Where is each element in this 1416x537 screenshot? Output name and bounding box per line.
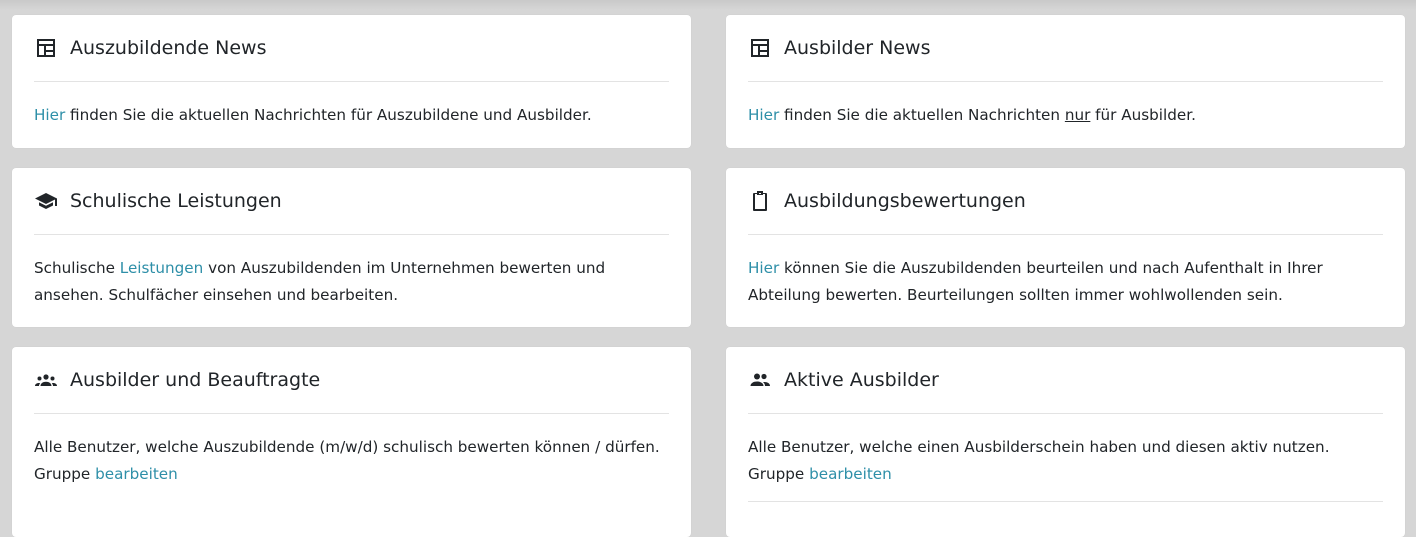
leistungen-link[interactable]: Leistungen [120, 259, 204, 277]
card-body: Hier finden Sie die aktuellen Nachrichte… [34, 82, 669, 129]
card-title: Ausbildungsbewertungen [784, 190, 1026, 212]
card-body: Hier finden Sie die aktuellen Nachrichte… [748, 82, 1383, 129]
group-label: Gruppe [34, 465, 96, 483]
card-text: finden Sie die aktuellen Nachrichten für… [65, 106, 592, 124]
card-body: Hier können Sie die Auszubildenden beurt… [748, 235, 1383, 309]
card-title: Schulische Leistungen [70, 190, 282, 212]
hier-link[interactable]: Hier [748, 106, 779, 124]
card-ausbilder-news: Ausbilder News Hier finden Sie die aktue… [726, 15, 1405, 148]
card-text: Schulische [34, 259, 120, 277]
card-ausbilder-und-beauftragte: Ausbilder und Beauftragte Alle Benutzer,… [12, 347, 691, 537]
card-title: Aktive Ausbilder [784, 369, 939, 391]
clipboard-icon [748, 189, 772, 213]
card-header: Aktive Ausbilder [748, 347, 1383, 414]
card-title: Ausbilder News [784, 37, 931, 59]
hier-link[interactable]: Hier [34, 106, 65, 124]
bearbeiten-link[interactable]: bearbeiten [95, 465, 178, 483]
card-ausbildungsbewertungen: Ausbildungsbewertungen Hier können Sie d… [726, 168, 1405, 327]
newspaper-icon [34, 36, 58, 60]
card-schulische-leistungen: Schulische Leistungen Schulische Leistun… [12, 168, 691, 327]
card-body: Schulische Leistungen von Auszubildenden… [34, 235, 669, 309]
bearbeiten-link[interactable]: bearbeiten [809, 465, 892, 483]
card-body: Alle Benutzer, welche Auszubildende (m/w… [34, 414, 669, 488]
groups-icon [34, 368, 58, 392]
card-text: Alle Benutzer, welche einen Ausbildersch… [748, 438, 1330, 456]
newspaper-icon [748, 36, 772, 60]
group-label: Gruppe [748, 465, 810, 483]
card-text: können Sie die Auszubildenden beurteilen… [748, 259, 1323, 304]
card-aktive-ausbilder: Aktive Ausbilder Alle Benutzer, welche e… [726, 347, 1405, 537]
card-header: Ausbilder und Beauftragte [34, 347, 669, 414]
card-title: Auszubildende News [70, 37, 267, 59]
underlined-text: nur [1064, 106, 1091, 124]
card-text: finden Sie die aktuellen Nachrichten [779, 106, 1065, 124]
graduation-cap-icon [34, 189, 58, 213]
card-body: Alle Benutzer, welche einen Ausbildersch… [748, 414, 1383, 502]
people-icon [748, 368, 772, 392]
hier-link[interactable]: Hier [748, 259, 779, 277]
card-header: Ausbildungsbewertungen [748, 168, 1383, 235]
card-auszubildende-news: Auszubildende News Hier finden Sie die a… [12, 15, 691, 148]
card-header: Schulische Leistungen [34, 168, 669, 235]
top-shade [0, 0, 1416, 10]
card-text-tail: für Ausbilder. [1090, 106, 1196, 124]
card-header: Auszubildende News [34, 15, 669, 82]
card-header: Ausbilder News [748, 15, 1383, 82]
card-text: Alle Benutzer, welche Auszubildende (m/w… [34, 438, 660, 456]
card-divider [748, 501, 1383, 502]
card-title: Ausbilder und Beauftragte [70, 369, 321, 391]
